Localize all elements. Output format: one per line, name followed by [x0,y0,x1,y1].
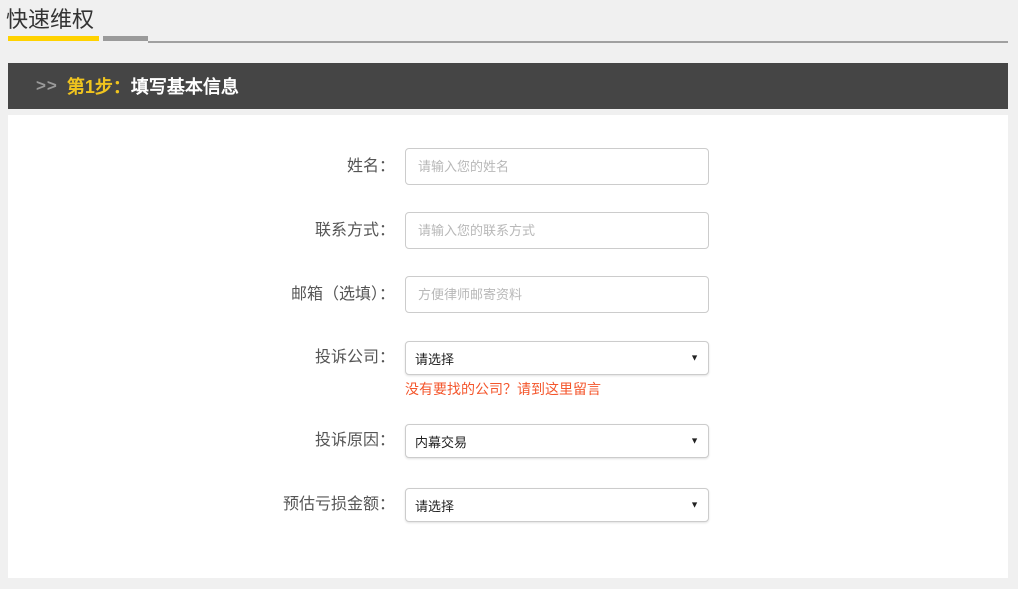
form-row-email: 邮箱（选填）： [8,276,1008,313]
email-label: 邮箱（选填）： [8,276,395,313]
underline-accent-gray [103,36,148,41]
step-bar: >> 第1步： 填写基本信息 [8,63,1008,109]
loss-amount-select[interactable]: 请选择 ▼ [405,488,709,522]
company-select[interactable]: 请选择 ▼ [405,341,709,375]
company-select-value: 请选择 [415,349,454,368]
page-header: 快速维权 [0,0,1018,33]
contact-label: 联系方式： [8,212,395,249]
chevron-down-icon: ▼ [690,354,699,363]
form-panel: 姓名： 联系方式： 邮箱（选填）： 投诉公司： 请选择 ▼ 没有要找的公司？请到… [8,115,1008,578]
reason-select-value: 内幕交易 [415,432,467,451]
step-number: 第1步： [67,73,131,99]
double-chevron-icon: >> [36,76,58,96]
page-title: 快速维权 [6,7,1008,33]
underline-accent-yellow [8,36,99,41]
loss-amount-label: 预估亏损金额： [8,488,395,522]
step-title: 填写基本信息 [131,73,239,99]
name-label: 姓名： [8,148,395,185]
reason-label: 投诉原因： [8,424,395,458]
loss-amount-select-value: 请选择 [415,496,454,515]
reason-select[interactable]: 内幕交易 ▼ [405,424,709,458]
name-input[interactable] [405,148,709,185]
form-row-loss-amount: 预估亏损金额： 请选择 ▼ [8,488,1008,522]
email-input[interactable] [405,276,709,313]
form-row-name: 姓名： [8,148,1008,185]
form-row-reason: 投诉原因： 内幕交易 ▼ [8,424,1008,458]
form-row-contact: 联系方式： [8,212,1008,249]
title-underline [8,36,1008,43]
form-row-company: 投诉公司： 请选择 ▼ 没有要找的公司？请到这里留言 [8,341,1008,399]
contact-input[interactable] [405,212,709,249]
company-label: 投诉公司： [8,341,395,375]
chevron-down-icon: ▼ [690,501,699,510]
underline-rule [148,41,1008,43]
chevron-down-icon: ▼ [690,437,699,446]
company-help-link[interactable]: 没有要找的公司？请到这里留言 [405,381,601,397]
